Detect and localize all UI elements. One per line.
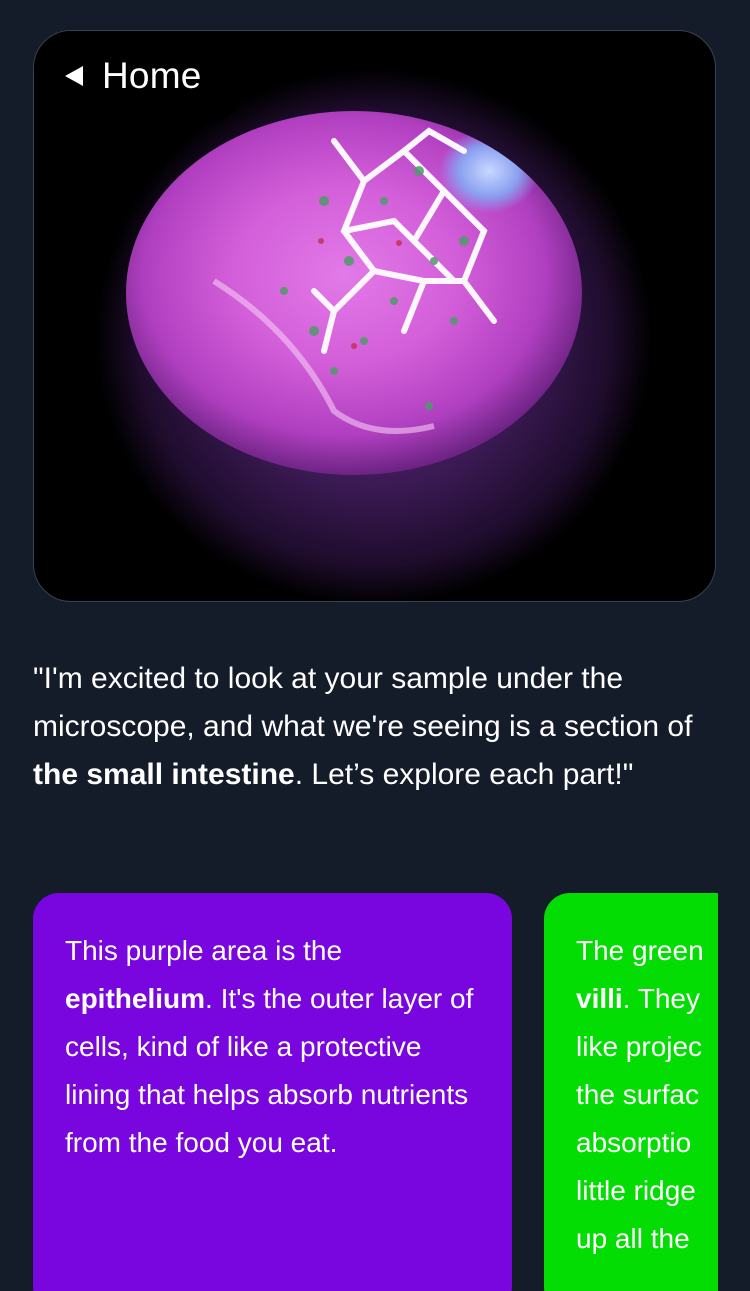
epithelium-card-text-start: This purple area is the (65, 935, 343, 966)
villi-card-line-6-text: little ridge (576, 1175, 696, 1206)
villi-card-line-7: up all the (576, 1215, 718, 1263)
epithelium-card-term: epithelium (65, 983, 206, 1014)
villi-card[interactable]: The green villi. They like projec the su… (544, 893, 718, 1291)
intro-text-end: . Let’s explore each part!" (294, 758, 634, 791)
villi-card-line-4-text: the surfac (576, 1079, 699, 1110)
microscope-viewer: Home (33, 30, 716, 602)
villi-card-term: villi (576, 983, 623, 1014)
back-arrow-icon (65, 66, 83, 86)
villi-card-line-3-text: like projec (576, 1031, 703, 1062)
home-button-label: Home (102, 55, 202, 96)
villi-card-line-6: little ridge (576, 1167, 718, 1215)
intro-text-highlight: the small intestine (33, 758, 295, 791)
intro-text-start: "I'm excited to look at your sample unde… (33, 662, 693, 743)
explanation-cards-carousel[interactable]: This purple area is the epithelium. It's… (33, 893, 718, 1291)
villi-card-line-4: the surfac (576, 1071, 718, 1119)
villi-card-line-5-text: absorptio (576, 1127, 692, 1158)
villi-card-line-1: The green (576, 927, 718, 975)
epithelium-card-text: This purple area is the epithelium. It's… (65, 927, 480, 1167)
epithelium-card[interactable]: This purple area is the epithelium. It's… (33, 893, 512, 1291)
villi-card-line-7-text: up all the (576, 1223, 690, 1254)
villi-card-line-1-text: The green (576, 935, 704, 966)
home-back-button[interactable]: Home (34, 31, 237, 121)
villi-card-line-2-text: . They (622, 983, 701, 1014)
villi-card-line-3: like projec (576, 1023, 718, 1071)
villi-card-line-5: absorptio (576, 1119, 718, 1167)
villi-card-line-2: villi. They (576, 975, 718, 1023)
intro-text: "I'm excited to look at your sample unde… (33, 655, 723, 799)
